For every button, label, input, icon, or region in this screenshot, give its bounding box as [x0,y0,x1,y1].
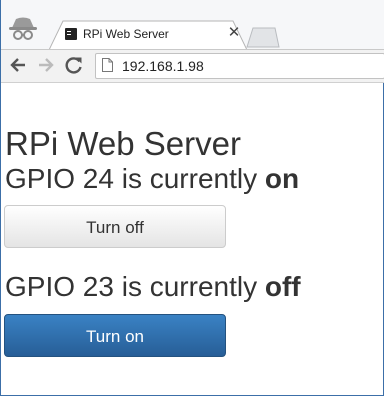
url-text: 192.168.1.98 [122,58,204,74]
reload-icon[interactable] [63,54,85,76]
tab-strip: RPi Web Server ✕ [1,0,384,50]
gpio-24-status: GPIO 24 is currently on [5,163,299,195]
address-bar[interactable]: 192.168.1.98 [95,53,384,79]
page-title: RPi Web Server [5,125,241,163]
close-icon[interactable]: ✕ [227,25,241,41]
forward-icon[interactable] [35,54,57,76]
gpio-24-turn-off-button[interactable]: Turn off [4,205,226,248]
tab-title: RPi Web Server [83,27,169,41]
gpio-23-turn-on-button[interactable]: Turn on [4,314,226,357]
gpio-23-status-text: GPIO 23 is currently [5,271,265,302]
page-icon [102,58,113,72]
back-icon[interactable] [7,54,29,76]
gpio-23-state: off [264,271,301,302]
toolbar: 192.168.1.98 [1,49,384,83]
browser-window: RPi Web Server ✕ 192.168.1.98 RPi Web Se… [0,0,384,396]
gpio-24-state: on [264,163,300,194]
terminal-favicon-icon [65,28,77,40]
tab-rpi-web-server[interactable]: RPi Web Server ✕ [49,20,247,50]
gpio-24-status-text: GPIO 24 is currently [5,163,265,194]
gpio-23-status: GPIO 23 is currently off [5,271,301,303]
incognito-icon [7,14,39,44]
